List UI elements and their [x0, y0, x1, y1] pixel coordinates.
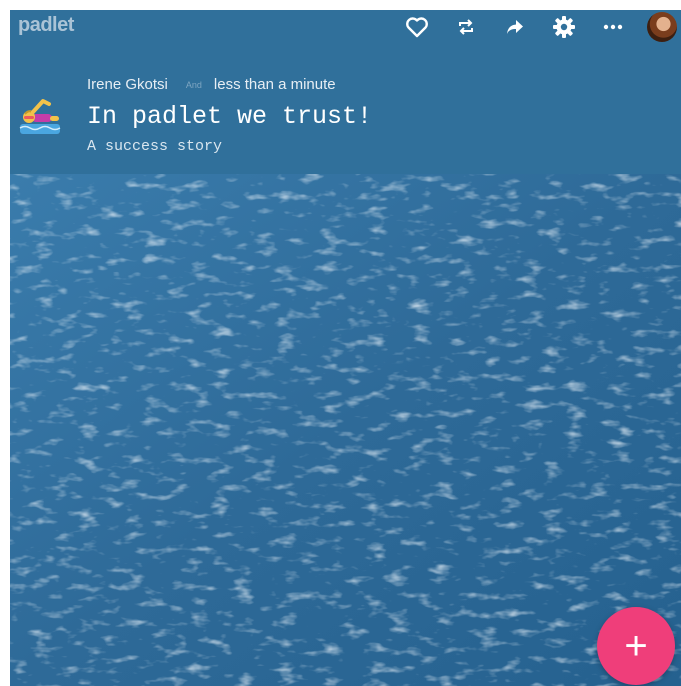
heart-icon: [405, 17, 428, 38]
padlet-board: padlet Irene Gkotsi And less than a minu…: [10, 10, 681, 686]
repeat-icon: [458, 19, 473, 35]
board-meta: Irene Gkotsi And less than a minute: [87, 76, 336, 93]
user-avatar[interactable]: [647, 12, 677, 42]
more-button[interactable]: [588, 12, 637, 42]
settings-button[interactable]: [539, 12, 588, 42]
meta-separator: And: [185, 79, 202, 90]
board-title[interactable]: In padlet we trust!: [87, 102, 372, 131]
board-header: padlet Irene Gkotsi And less than a minu…: [10, 10, 681, 174]
water-wallpaper: [10, 174, 681, 686]
like-button[interactable]: [392, 12, 441, 42]
padlet-logo[interactable]: padlet: [18, 14, 74, 37]
board-subtitle[interactable]: A success story: [87, 138, 222, 155]
more-dots-icon: [603, 24, 622, 30]
remake-button[interactable]: [441, 12, 490, 42]
share-button[interactable]: [490, 12, 539, 42]
share-arrow-icon: [506, 20, 523, 34]
gear-icon: [552, 16, 575, 38]
board-wall[interactable]: [10, 174, 681, 686]
author-name[interactable]: Irene Gkotsi: [87, 76, 168, 93]
updated-timestamp: less than a minute: [213, 76, 336, 93]
board-toolbar: [392, 12, 679, 42]
swimmer-emoji-icon[interactable]: [18, 98, 62, 138]
add-post-button[interactable]: +: [597, 607, 675, 685]
